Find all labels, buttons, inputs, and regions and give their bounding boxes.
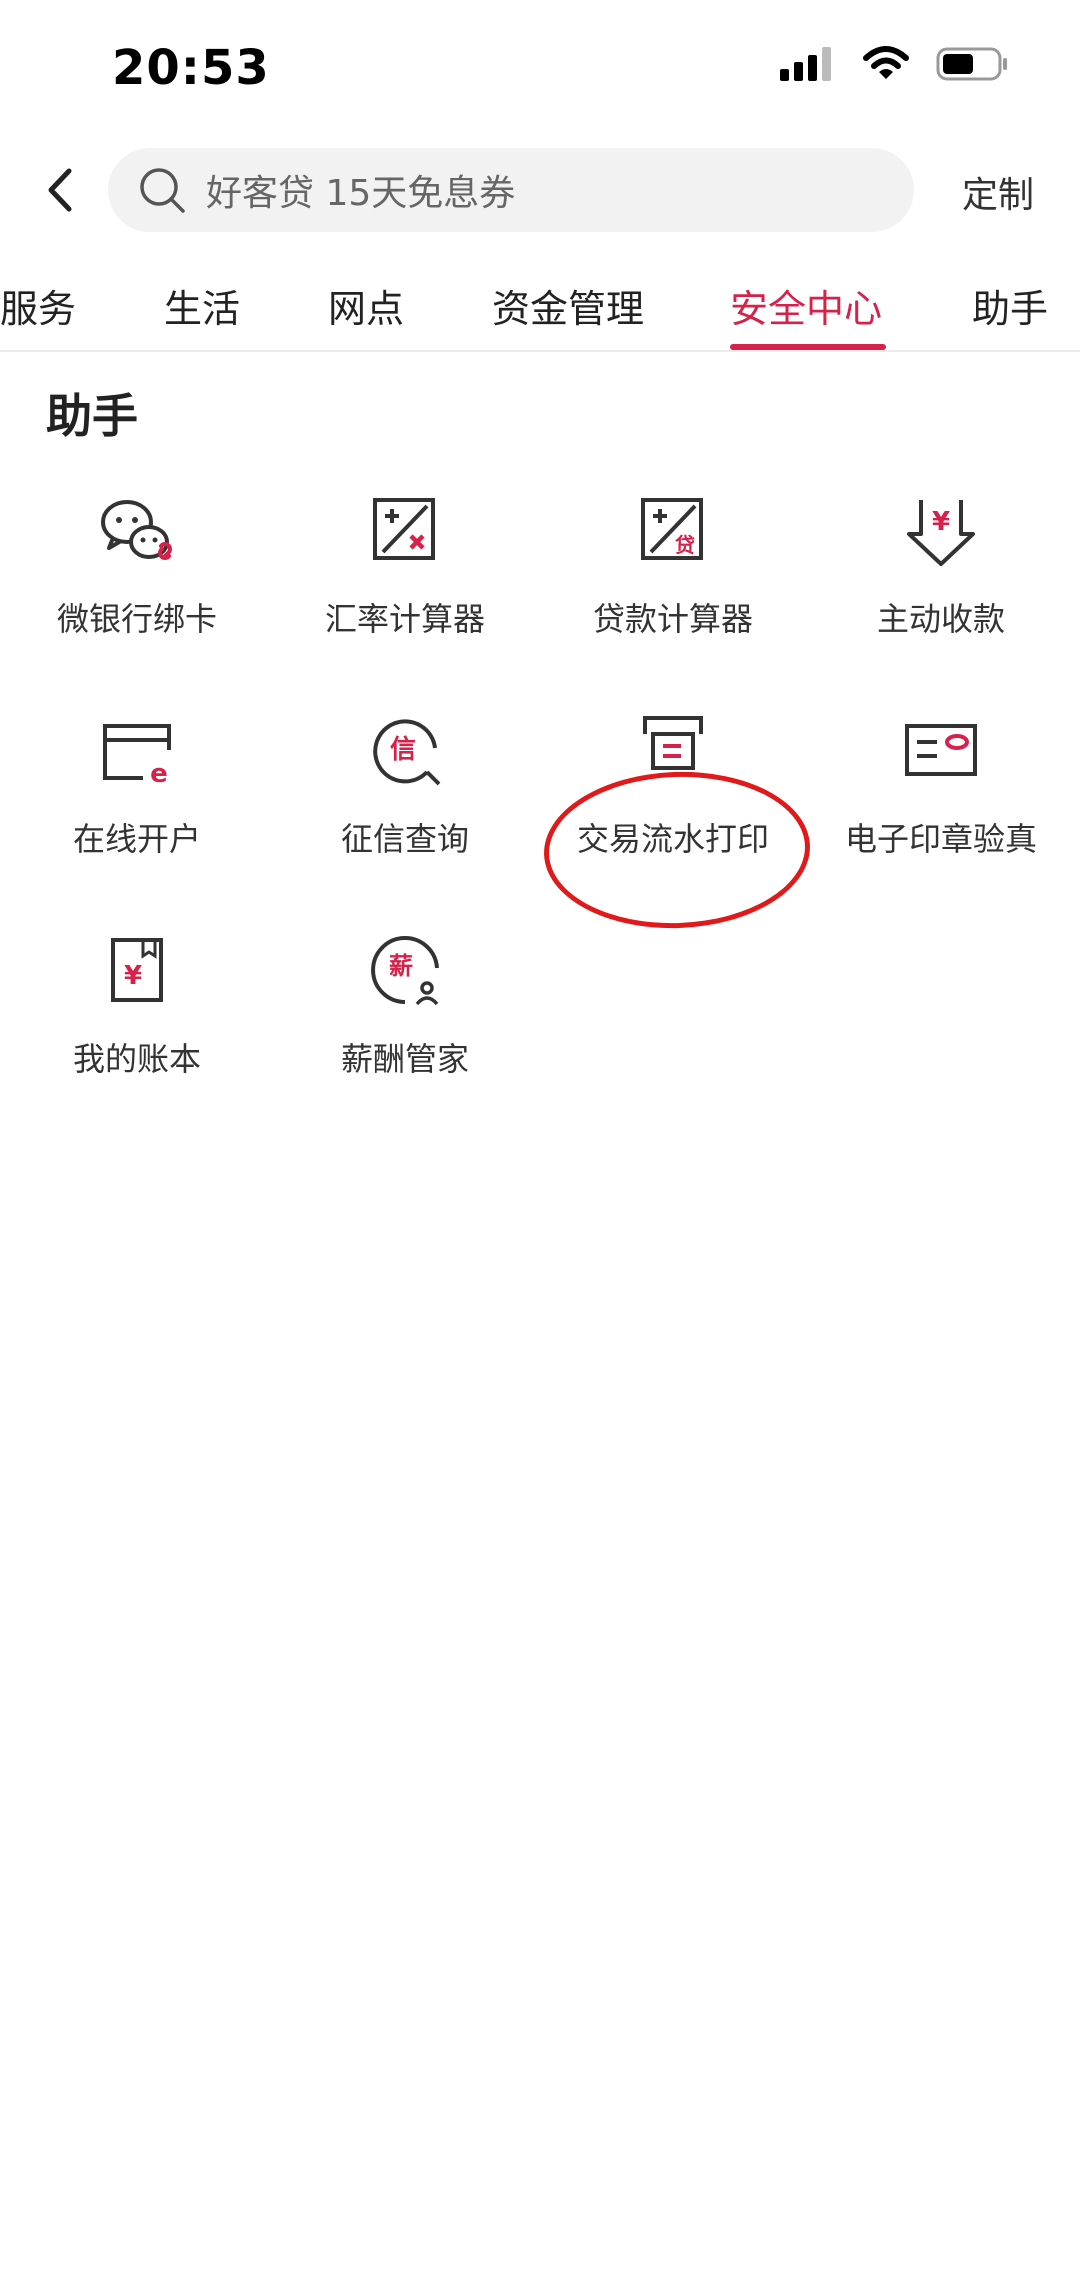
category-tabs: 服务 生活 网点 资金管理 安全中心 助手 <box>0 270 1080 352</box>
credit-inquiry-icon: 信 <box>373 719 441 786</box>
search-icon <box>140 168 185 213</box>
yuan-glyph: ¥ <box>124 961 142 991</box>
grid-item-label: 主动收款 <box>876 600 1005 638</box>
grid-item-e-seal-verify[interactable]: 电子印章验真 <box>806 710 1076 910</box>
grid-item-label: 交易流水打印 <box>576 820 769 858</box>
online-account-icon: e <box>103 724 171 789</box>
salary-manager-icon: 薪 <box>371 936 439 1006</box>
credit-glyph: 信 <box>390 735 416 765</box>
tab-security-center[interactable]: 安全中心 <box>730 278 882 333</box>
cellular-signal-icon <box>780 47 831 81</box>
loan-glyph: 贷 <box>675 533 695 557</box>
grid-item-credit-inquiry[interactable]: 信 征信查询 <box>270 710 540 910</box>
grid-item-label: 在线开户 <box>72 820 201 858</box>
grid-item-label: 贷款计算器 <box>592 600 753 638</box>
e-glyph: e <box>150 759 168 789</box>
grid-item-receive-payment[interactable]: ¥ 主动收款 <box>806 490 1076 690</box>
status-icons <box>780 46 1010 82</box>
grid-item-label: 我的账本 <box>72 1040 201 1078</box>
e-seal-verify-icon <box>905 724 977 776</box>
salary-glyph: 薪 <box>389 952 413 980</box>
grid-item-exchange-calculator[interactable]: 汇率计算器 <box>270 490 540 690</box>
customize-button[interactable]: 定制 <box>962 166 1034 218</box>
transaction-print-icon <box>643 716 703 770</box>
grid-item-label: 薪酬管家 <box>340 1040 469 1078</box>
tab-fund-management[interactable]: 资金管理 <box>492 278 644 333</box>
grid-item-online-account[interactable]: e 在线开户 <box>2 710 272 910</box>
active-tab-indicator <box>730 344 886 350</box>
grid-item-wechat-bind[interactable]: 微银行绑卡 <box>2 490 272 690</box>
ledger-icon: ¥ <box>111 938 163 1002</box>
section-title: 助手 <box>46 389 138 443</box>
loan-calculator-icon: 贷 <box>641 498 703 560</box>
grid-item-transaction-print[interactable]: 交易流水打印 <box>538 710 808 910</box>
grid-item-loan-calculator[interactable]: 贷 贷款计算器 <box>538 490 808 690</box>
tab-service[interactable]: 服务 <box>0 278 76 333</box>
wifi-icon <box>863 46 909 79</box>
chevron-left-icon <box>48 168 72 212</box>
grid-item-ledger[interactable]: ¥ 我的账本 <box>2 930 272 1130</box>
tab-life[interactable]: 生活 <box>164 278 240 333</box>
search-placeholder: 好客贷 15天免息券 <box>206 173 516 214</box>
status-bar: 20:53 <box>0 0 1080 140</box>
tab-branches[interactable]: 网点 <box>328 278 404 333</box>
exchange-calculator-icon <box>373 498 435 560</box>
tab-assistant[interactable]: 助手 <box>972 278 1048 333</box>
grid-item-label: 汇率计算器 <box>324 600 485 638</box>
search-input[interactable]: 好客贷 15天免息券 <box>108 148 914 232</box>
grid-item-label: 征信查询 <box>340 820 469 858</box>
search-header: 好客贷 15天免息券 定制 <box>0 148 1080 234</box>
back-button[interactable] <box>30 160 90 220</box>
grid-item-label: 微银行绑卡 <box>56 600 217 638</box>
battery-icon <box>936 47 1007 81</box>
wechat-bind-icon <box>101 500 172 560</box>
yuan-glyph: ¥ <box>932 507 950 537</box>
grid-item-salary-manager[interactable]: 薪 薪酬管家 <box>270 930 540 1130</box>
status-time: 20:53 <box>112 40 270 96</box>
grid-item-label: 电子印章验真 <box>844 820 1037 858</box>
receive-payment-icon: ¥ <box>907 500 975 566</box>
